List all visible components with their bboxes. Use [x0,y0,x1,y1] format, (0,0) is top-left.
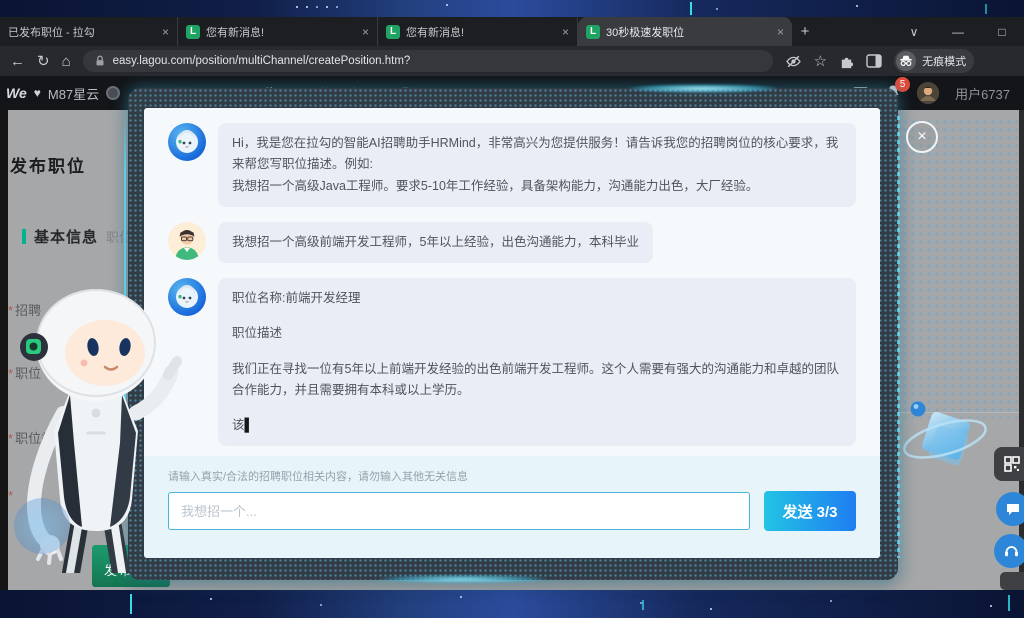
tab-title: 已发布职位 - 拉勾 [8,24,156,40]
customer-service-button[interactable] [994,534,1024,568]
chat-panel: Hi，我是您在拉勾的智能AI招聘助手HRMind，非常高兴为您提供服务！请告诉我… [144,108,880,558]
tab-title: 30秒极速发职位 [606,24,771,40]
url-text: easy.lagou.com/position/multiChannel/cre… [113,55,411,67]
desktop-background-top [0,0,1024,17]
typing-cursor: ▌ [245,418,254,432]
chat-message-list[interactable]: Hi，我是您在拉勾的智能AI招聘助手HRMind，非常高兴为您提供服务！请告诉我… [144,108,880,456]
heart-icon: ♥ [34,86,41,100]
logo-we: We [6,85,27,101]
page-title: 发布职位 [10,152,86,177]
screen: 已发布职位 - 拉勾 × L 您有新消息! × L 您有新消息! × L 30秒… [0,0,1024,618]
site-logo[interactable]: We ♥ M87星云 [0,84,120,103]
cyan-line [1008,595,1010,611]
browser-tab-2[interactable]: L 您有新消息! × [178,17,378,46]
section-title: 基本信息 [34,226,98,247]
stars [210,598,212,600]
chat-message-ai-2: 职位名称:前端开发经理 职位描述 我们正在寻找一位有5年以上前端开发经验的出色前… [168,278,856,446]
logo-name: M87星云 [48,84,99,103]
chat-input[interactable] [168,492,750,530]
incognito-icon [896,51,916,71]
tab-search-icon[interactable]: ∨ [892,25,936,39]
desktop-background-bottom [0,590,1024,618]
send-button[interactable]: 发送 3/3 [764,491,856,531]
tab-title: 您有新消息! [206,24,356,40]
chat-message-ai-1: Hi，我是您在拉勾的智能AI招聘助手HRMind，非常高兴为您提供服务！请告诉我… [168,123,856,207]
browser-tab-bar: 已发布职位 - 拉勾 × L 您有新消息! × L 您有新消息! × L 30秒… [0,17,1024,46]
section-basic-info: 基本信息 职位名 [22,226,132,247]
home-icon[interactable]: ⌂ [62,54,71,69]
window-controls: ∨ — □ [892,17,1024,46]
minimize-button[interactable]: — [936,25,980,39]
guide-bubble[interactable] [14,498,70,554]
extensions-puzzle-icon[interactable] [839,54,854,69]
new-tab-button[interactable]: + [792,17,818,46]
tab-close-icon[interactable]: × [362,26,369,38]
chat-input-zone: 请输入真实/合法的招聘职位相关内容，请勿输入其他无关信息 发送 3/3 [144,456,880,558]
cyan-line [130,594,132,614]
bookmark-star-icon[interactable]: ☆ [814,54,827,69]
profile-incognito-chip[interactable]: 无痕模式 [894,49,974,73]
ai-chat-dialog: Hi，我是您在拉勾的智能AI招聘助手HRMind，非常高兴为您提供服务！请告诉我… [128,88,898,580]
user-chat-avatar [168,222,206,260]
cyan-line [642,600,644,610]
chat-message-user: 我想招一个高级前端开发工程师，5年以上经验，出色沟通能力，本科毕业 [168,222,856,263]
lagou-favicon: L [586,25,600,39]
stars [296,6,298,8]
message-line: Hi，我是您在拉勾的智能AI招聘助手HRMind，非常高兴为您提供服务！请告诉我… [232,133,842,176]
lagou-favicon: L [386,25,400,39]
browser-tab-4-active[interactable]: L 30秒极速发职位 × [578,17,792,46]
message-line: 职位描述 [232,323,842,344]
message-line-typing: 该▌ [232,415,842,436]
user-avatar[interactable] [917,82,939,104]
chat-bubble-icon [1005,501,1021,517]
section-bar [22,229,26,244]
page-left-edge [0,110,8,590]
browser-tab-1[interactable]: 已发布职位 - 拉勾 × [0,17,178,46]
cyan-line [985,4,987,14]
maximize-button[interactable]: □ [980,25,1024,39]
lock-icon [93,54,107,68]
tab-close-icon[interactable]: × [162,26,169,38]
hidden-button[interactable] [1000,572,1024,590]
browser-tab-3[interactable]: L 您有新消息! × [378,17,578,46]
message-line: 职位名称:前端开发经理 [232,288,842,309]
tab-title: 您有新消息! [406,24,556,40]
lagou-favicon: L [186,25,200,39]
message-line: 我们正在寻找一位有5年以上前端开发经验的出色前端开发工程师。这个人需要有强大的沟… [232,359,842,402]
cyan-line [690,2,692,15]
message-bubble: 职位名称:前端开发经理 职位描述 我们正在寻找一位有5年以上前端开发经验的出色前… [218,278,856,446]
qr-icon [1004,456,1020,472]
side-panel-icon[interactable] [866,54,882,68]
incognito-label: 无痕模式 [922,53,966,69]
input-row: 发送 3/3 [168,491,856,531]
badge-icon [106,86,120,100]
tab-close-icon[interactable]: × [777,26,784,38]
headset-icon [1003,543,1020,559]
message-bubble: Hi，我是您在拉勾的智能AI招聘助手HRMind，非常高兴为您提供服务！请告诉我… [218,123,856,207]
message-line: 我想招一个高级前端开发工程师，5年以上经验，出色沟通能力，本科毕业 [232,232,639,253]
frame-glow [628,84,778,93]
message-button[interactable] [996,492,1024,526]
tab-close-icon[interactable]: × [562,26,569,38]
ai-avatar [168,123,206,161]
cyan-line-right [897,116,900,558]
qr-code-button[interactable] [994,447,1024,481]
reload-icon[interactable]: ↻ [37,54,50,69]
eye-off-icon[interactable] [785,54,802,69]
message-line: 我想招一个高级Java工程师。要求5-10年工作经验，具备架构能力，沟通能力出色… [232,176,842,197]
input-hint: 请输入真实/合法的招聘职位相关内容，请勿输入其他无关信息 [168,468,856,484]
browser-toolbar: ← ↻ ⌂ easy.lagou.com/position/multiChann… [0,46,1024,76]
planet-cube-decoration [898,393,993,493]
halftone-dots [893,118,1021,418]
frame-glow [378,575,548,583]
username[interactable]: 用户6737 [955,84,1010,103]
back-icon[interactable]: ← [10,54,25,69]
address-bar[interactable]: easy.lagou.com/position/multiChannel/cre… [83,50,773,72]
dialog-close-button[interactable]: × [906,121,938,153]
message-bubble: 我想招一个高级前端开发工程师，5年以上经验，出色沟通能力，本科毕业 [218,222,653,263]
